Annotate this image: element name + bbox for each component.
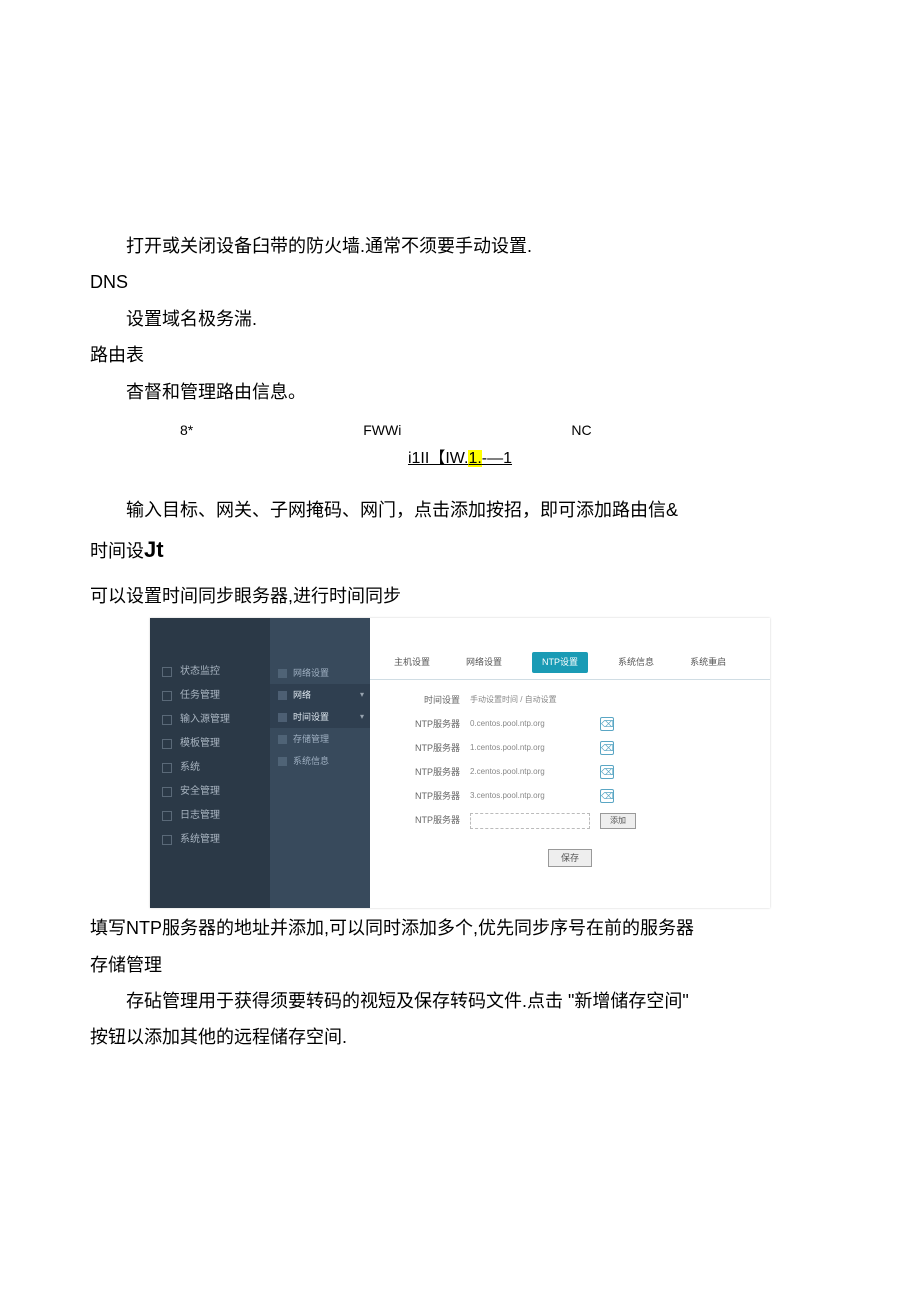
subsidebar-item-icon xyxy=(278,713,287,722)
sidebar: 状态监控任务管理输入源管理模板管理系统安全管理日志管理系统管理 xyxy=(150,618,270,908)
sidebar-item-icon xyxy=(162,691,172,701)
sidebar-item[interactable]: 系统 xyxy=(150,756,270,780)
storage-label: 存储管理 xyxy=(90,949,830,981)
sidebar-item-icon xyxy=(162,715,172,725)
underline-post: -—1 xyxy=(482,450,512,467)
time-setting-label: 时间设Jt xyxy=(90,530,830,570)
subsidebar-item-label: 网络 xyxy=(293,687,311,703)
save-row: 保存 xyxy=(370,833,770,867)
add-route-text: 输入目标、网关、子网掩码、网门，点击添加按招，即可添加路由信& xyxy=(90,494,830,526)
form-row: 时间设置手动设置时间 / 自动设置 xyxy=(370,688,770,712)
tab[interactable]: NTP设置 xyxy=(532,652,588,672)
frag-b: FWWi xyxy=(363,418,401,443)
ocr-fragment-row: 8* FWWi NC xyxy=(90,418,830,443)
sidebar-item-label: 安全管理 xyxy=(180,783,220,801)
delete-button[interactable]: ⌫ xyxy=(600,765,614,779)
sidebar-item[interactable]: 安全管理 xyxy=(150,780,270,804)
chevron-down-icon: ▾ xyxy=(360,688,364,702)
subsidebar-item-label: 存储管理 xyxy=(293,731,329,747)
sidebar-item-icon xyxy=(162,787,172,797)
tab[interactable]: 网络设置 xyxy=(460,652,508,672)
save-button[interactable]: 保存 xyxy=(548,849,592,867)
tabs-bar: 主机设置 网络设置 NTP设置 系统信息 系统重启 xyxy=(370,646,770,679)
frag-a: 8* xyxy=(180,418,193,443)
underline-pre: i1II【IW. xyxy=(408,450,468,467)
ntp-fill-text: 填写NTP服务器的地址并添加,可以同时添加多个,优先同步序号在前的服务器 xyxy=(90,912,830,944)
ntp-description: 可以设置时间同步眼务器,进行时间同步 xyxy=(90,580,830,612)
time-label-jt: Jt xyxy=(144,537,164,562)
sidebar-item-label: 输入源管理 xyxy=(180,711,230,729)
route-text: 杳督和管理路由信息。 xyxy=(90,376,830,408)
app-screenshot: ▲ admin ▾ 三 菜单 系统设置 状态监控任务管理输入源管理模板管理系统安… xyxy=(150,618,770,908)
sidebar-item-label: 模板管理 xyxy=(180,735,220,753)
form-label: NTP服务器 xyxy=(410,740,460,756)
firewall-text: 打开或关闭设备臼带的防火墙.通常不须要手动设置. xyxy=(90,230,830,262)
form-row: NTP服务器 2.centos.pool.ntp.org ⌫ xyxy=(370,760,770,784)
sidebar-item-icon xyxy=(162,763,172,773)
time-label-pre: 时间设 xyxy=(90,541,144,561)
ntp-value: 2.centos.pool.ntp.org xyxy=(470,764,590,780)
form-row: NTP服务器 0.centos.pool.ntp.org ⌫ xyxy=(370,712,770,736)
sidebar-item[interactable]: 日志管理 xyxy=(150,804,270,828)
dns-text: 设置域名极务湍. xyxy=(90,303,830,335)
sidebar-item-icon xyxy=(162,667,172,677)
sidebar-item[interactable]: 模板管理 xyxy=(150,732,270,756)
sidebar-item[interactable]: 任务管理 xyxy=(150,684,270,708)
delete-button[interactable]: ⌫ xyxy=(600,741,614,755)
sidebar-item-label: 状态监控 xyxy=(180,663,220,681)
form-label: NTP服务器 xyxy=(410,764,460,780)
sidebar-item-label: 任务管理 xyxy=(180,687,220,705)
subsidebar-item-icon xyxy=(278,669,287,678)
highlighted-text: 1. xyxy=(468,450,481,467)
sidebar-item[interactable]: 输入源管理 xyxy=(150,708,270,732)
subsidebar-item-label: 时间设置 xyxy=(293,709,329,725)
subsidebar-item[interactable]: 网络 ▾ xyxy=(270,684,370,706)
delete-button[interactable]: ⌫ xyxy=(600,789,614,803)
form-row: NTP服务器 添加 xyxy=(370,808,770,832)
content-panel: 主机设置网络设置NTP设置系统信息系统重启 时间设置手动设置时间 / 自动设置N… xyxy=(370,618,770,908)
tab[interactable]: 主机设置 xyxy=(388,652,436,672)
subsidebar: 网络设置网络 ▾ 时间设置 ▾ 存储管理系统信息 xyxy=(270,618,370,908)
subsidebar-item-icon xyxy=(278,691,287,700)
ntp-value: 手动设置时间 / 自动设置 xyxy=(470,692,590,708)
sidebar-item-icon xyxy=(162,811,172,821)
subsidebar-item-icon xyxy=(278,735,287,744)
form-label: NTP服务器 xyxy=(410,716,460,732)
form-row: NTP服务器 1.centos.pool.ntp.org ⌫ xyxy=(370,736,770,760)
sidebar-item-label: 系统管理 xyxy=(180,831,220,849)
form-row: NTP服务器 3.centos.pool.ntp.org ⌫ xyxy=(370,784,770,808)
sidebar-item-icon xyxy=(162,739,172,749)
subsidebar-item[interactable]: 系统信息 xyxy=(270,750,370,772)
ocr-underline-row: i1II【IW.1.-—1 xyxy=(90,445,830,474)
sidebar-item-label: 系统 xyxy=(180,759,200,777)
subsidebar-item[interactable]: 时间设置 ▾ xyxy=(270,706,370,728)
sidebar-item[interactable]: 状态监控 xyxy=(150,660,270,684)
sidebar-item[interactable]: 系统管理 xyxy=(150,828,270,852)
route-label: 路由表 xyxy=(90,339,830,371)
frag-c: NC xyxy=(571,418,591,443)
storage-text-1: 存砧管理用于获得须要转码的视短及保存转码文件.点击 "新增储存空间" xyxy=(90,985,830,1017)
form-label: 时间设置 xyxy=(410,692,460,708)
subsidebar-item-label: 网络设置 xyxy=(293,665,329,681)
subsidebar-item[interactable]: 存储管理 xyxy=(270,728,370,750)
storage-text-2: 按钮以添加其他的远程储存空间. xyxy=(90,1021,830,1053)
subsidebar-item[interactable]: 网络设置 xyxy=(270,662,370,684)
sidebar-item-label: 日志管理 xyxy=(180,807,220,825)
dns-label: DNS xyxy=(90,266,830,298)
ntp-value: 3.centos.pool.ntp.org xyxy=(470,788,590,804)
chevron-down-icon: ▾ xyxy=(360,710,364,724)
ntp-value: 1.centos.pool.ntp.org xyxy=(470,740,590,756)
delete-button[interactable]: ⌫ xyxy=(600,717,614,731)
sidebar-item-icon xyxy=(162,835,172,845)
subsidebar-item-label: 系统信息 xyxy=(293,753,329,769)
add-button[interactable]: 添加 xyxy=(600,813,636,829)
tab[interactable]: 系统信息 xyxy=(612,652,660,672)
ntp-value: 0.centos.pool.ntp.org xyxy=(470,716,590,732)
ntp-input[interactable] xyxy=(470,813,590,829)
tab[interactable]: 系统重启 xyxy=(684,652,732,672)
subsidebar-item-icon xyxy=(278,757,287,766)
form-label: NTP服务器 xyxy=(410,812,460,828)
form-label: NTP服务器 xyxy=(410,788,460,804)
